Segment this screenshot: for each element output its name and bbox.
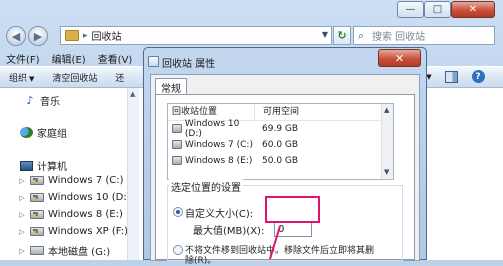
drive-icon xyxy=(172,124,182,133)
nav-item-drive-f[interactable]: ▷ Windows XP (F:) xyxy=(18,226,128,237)
list-item[interactable]: Windows 8 (E:) 50.0 GB xyxy=(168,153,383,168)
max-size-label: 最大值(MB)(X): xyxy=(193,226,265,237)
delete-immediately-radio[interactable] xyxy=(173,245,183,255)
minimize-button[interactable]: — xyxy=(397,1,424,18)
search-placeholder: 搜索 回收站 xyxy=(372,32,426,43)
recycle-bin-icon xyxy=(65,30,79,41)
drive-icon xyxy=(30,246,44,255)
scroll-up-icon[interactable]: ▲ xyxy=(130,90,135,98)
breadcrumb-separator-icon[interactable]: ▸ xyxy=(83,31,88,41)
expand-arrow-icon[interactable]: ▷ xyxy=(18,194,26,202)
nav-item-label: 音乐 xyxy=(40,97,60,108)
close-button[interactable]: ✕ xyxy=(451,1,495,18)
homegroup-icon xyxy=(20,127,33,138)
drive-icon xyxy=(172,140,182,149)
list-item-space: 60.0 GB xyxy=(262,139,299,150)
nav-item-computer[interactable]: 计算机 xyxy=(20,158,67,173)
navigation-scrollbar[interactable]: ▲ xyxy=(127,88,139,260)
address-bar[interactable]: ▸ 回收站 ▼ xyxy=(60,26,332,45)
computer-icon xyxy=(20,160,33,171)
nav-item-label: Windows 10 (D:) xyxy=(48,192,131,203)
drive-icon xyxy=(172,156,182,165)
list-item[interactable]: Windows 10 (D:) 69.9 GB xyxy=(168,118,383,139)
list-scrollbar[interactable]: ▲ ▼ xyxy=(381,104,393,179)
dialog-title: 回收站 属性 xyxy=(162,59,216,70)
list-item-space: 69.9 GB xyxy=(262,123,299,134)
menu-edit[interactable]: 编辑(E) xyxy=(46,51,92,66)
tab-general[interactable]: 常规 xyxy=(155,78,187,95)
search-box[interactable]: ⌕ 搜索 回收站 xyxy=(353,26,495,45)
nav-item-drive-g[interactable]: ▷ 本地磁盘 (G:) xyxy=(18,243,110,258)
menu-file[interactable]: 文件(F) xyxy=(0,51,46,66)
nav-item-homegroup[interactable]: 家庭组 xyxy=(20,125,67,140)
custom-size-radio[interactable] xyxy=(173,207,183,217)
windows-drive-icon xyxy=(30,176,44,185)
custom-size-label[interactable]: 自定义大小(C): xyxy=(185,205,253,220)
maximize-button[interactable]: □ xyxy=(424,1,451,18)
back-arrow-icon: ◀ xyxy=(11,29,21,43)
scroll-up-icon[interactable]: ▲ xyxy=(384,106,389,114)
organize-button[interactable]: 组织 ▼ xyxy=(0,71,43,84)
navigation-pane: ♪ 音乐 家庭组 计算机 ▷ Windows 7 (C:) ▷ Windows … xyxy=(0,88,139,260)
nav-item-label: 计算机 xyxy=(37,162,67,173)
list-item-location: Windows 7 (C:) xyxy=(185,139,253,150)
music-icon: ♪ xyxy=(26,93,34,107)
expand-arrow-icon[interactable]: ▷ xyxy=(18,228,26,236)
chevron-down-icon: ▼ xyxy=(29,74,35,83)
nav-item-drive-e[interactable]: ▷ Windows 8 (E:) xyxy=(18,209,123,220)
nav-item-label: Windows XP (F:) xyxy=(48,226,129,237)
expand-arrow-icon[interactable]: ▷ xyxy=(18,211,26,219)
location-list[interactable]: 回收站位置 可用空间 Windows 10 (D:) 69.9 GB Windo… xyxy=(167,103,394,180)
refresh-button[interactable]: ↻ xyxy=(333,26,351,45)
recycle-bin-icon xyxy=(148,56,159,67)
forward-button[interactable]: ▶ xyxy=(28,26,48,46)
expand-arrow-icon[interactable]: ▷ xyxy=(18,177,26,185)
windows-drive-icon xyxy=(30,210,44,219)
expand-arrow-icon[interactable]: ▷ xyxy=(18,247,26,255)
search-icon: ⌕ xyxy=(358,29,365,42)
list-item-location: Windows 10 (D:) xyxy=(184,118,240,139)
list-item-space: 50.0 GB xyxy=(262,155,299,166)
nav-item-drive-d[interactable]: ▷ Windows 10 (D:) xyxy=(18,192,131,203)
refresh-icon: ↻ xyxy=(337,29,347,42)
nav-item-drive-c[interactable]: ▷ Windows 7 (C:) xyxy=(18,175,124,186)
column-header-free-space[interactable]: 可用空间 xyxy=(255,104,299,120)
annotation-arrow-icon xyxy=(269,225,281,260)
nav-item-label: Windows 7 (C:) xyxy=(48,175,124,186)
windows-drive-icon xyxy=(30,227,44,236)
list-item-location: Windows 8 (E:) xyxy=(185,155,253,166)
nav-item-label: 家庭组 xyxy=(37,129,67,140)
nav-item-label: 本地磁盘 (G:) xyxy=(48,247,111,258)
help-icon[interactable]: ? xyxy=(470,68,486,85)
back-button[interactable]: ◀ xyxy=(6,26,26,46)
nav-item-music[interactable]: ♪ 音乐 xyxy=(24,93,60,108)
annotation-highlight-box xyxy=(265,196,320,223)
windows-drive-icon xyxy=(30,193,44,202)
empty-recycle-bin-button[interactable]: 清空回收站 xyxy=(43,71,106,84)
menu-view[interactable]: 查看(V) xyxy=(92,51,139,66)
settings-group-title: 选定位置的设置 xyxy=(169,179,243,194)
breadcrumb-recycle-bin[interactable]: 回收站 xyxy=(92,28,122,43)
restore-button[interactable]: 还 xyxy=(106,71,133,84)
forward-arrow-icon: ▶ xyxy=(33,29,43,43)
preview-pane-icon[interactable] xyxy=(444,68,458,85)
address-dropdown-icon[interactable]: ▼ xyxy=(322,30,328,39)
dialog-close-button[interactable]: ✕ xyxy=(378,49,421,67)
nav-item-label: Windows 8 (E:) xyxy=(48,209,123,220)
scroll-down-icon[interactable]: ▼ xyxy=(384,168,389,176)
list-item[interactable]: Windows 7 (C:) 60.0 GB xyxy=(168,137,383,152)
